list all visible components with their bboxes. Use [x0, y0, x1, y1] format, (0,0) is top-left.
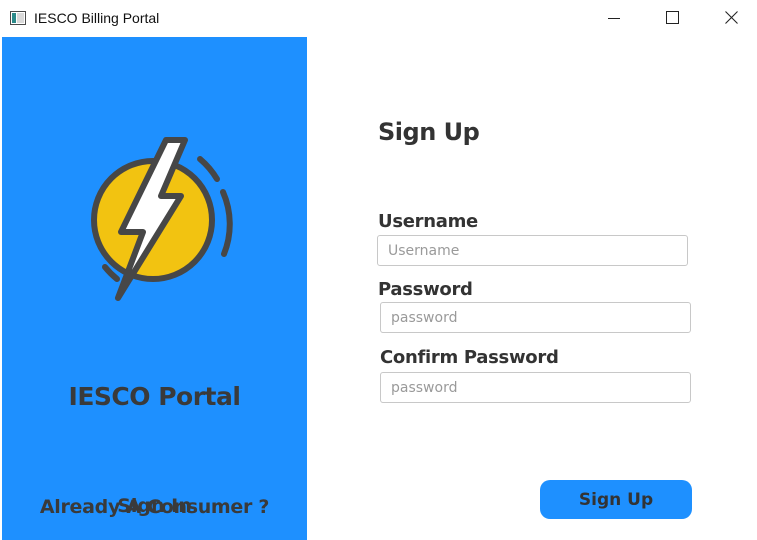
maximize-icon — [666, 11, 679, 24]
minimize-icon — [608, 18, 620, 19]
branding-panel: IESCO Portal Already A Consumer ? — [2, 37, 307, 540]
title-bar: IESCO Billing Portal — [0, 0, 757, 37]
lightning-bolt-icon — [87, 134, 237, 309]
close-icon — [725, 11, 738, 24]
window-title: IESCO Billing Portal — [34, 10, 160, 26]
password-input[interactable] — [380, 302, 691, 333]
portal-title: IESCO Portal — [68, 382, 241, 411]
sign-up-button[interactable]: Sign Up — [540, 480, 692, 519]
username-input[interactable] — [377, 235, 688, 266]
password-label: Password — [378, 279, 473, 300]
maximize-button[interactable] — [649, 0, 695, 37]
close-button[interactable] — [709, 0, 755, 37]
username-label: Username — [378, 211, 478, 232]
sign-in-link[interactable]: Sign In — [2, 495, 307, 517]
confirm-password-input[interactable] — [380, 372, 691, 403]
confirm-password-label: Confirm Password — [380, 347, 559, 368]
minimize-button[interactable] — [591, 0, 637, 37]
app-window: IESCO Billing Portal IESCO Portal Alread… — [0, 0, 757, 540]
app-window-icon — [10, 10, 26, 25]
form-heading: Sign Up — [378, 118, 480, 146]
